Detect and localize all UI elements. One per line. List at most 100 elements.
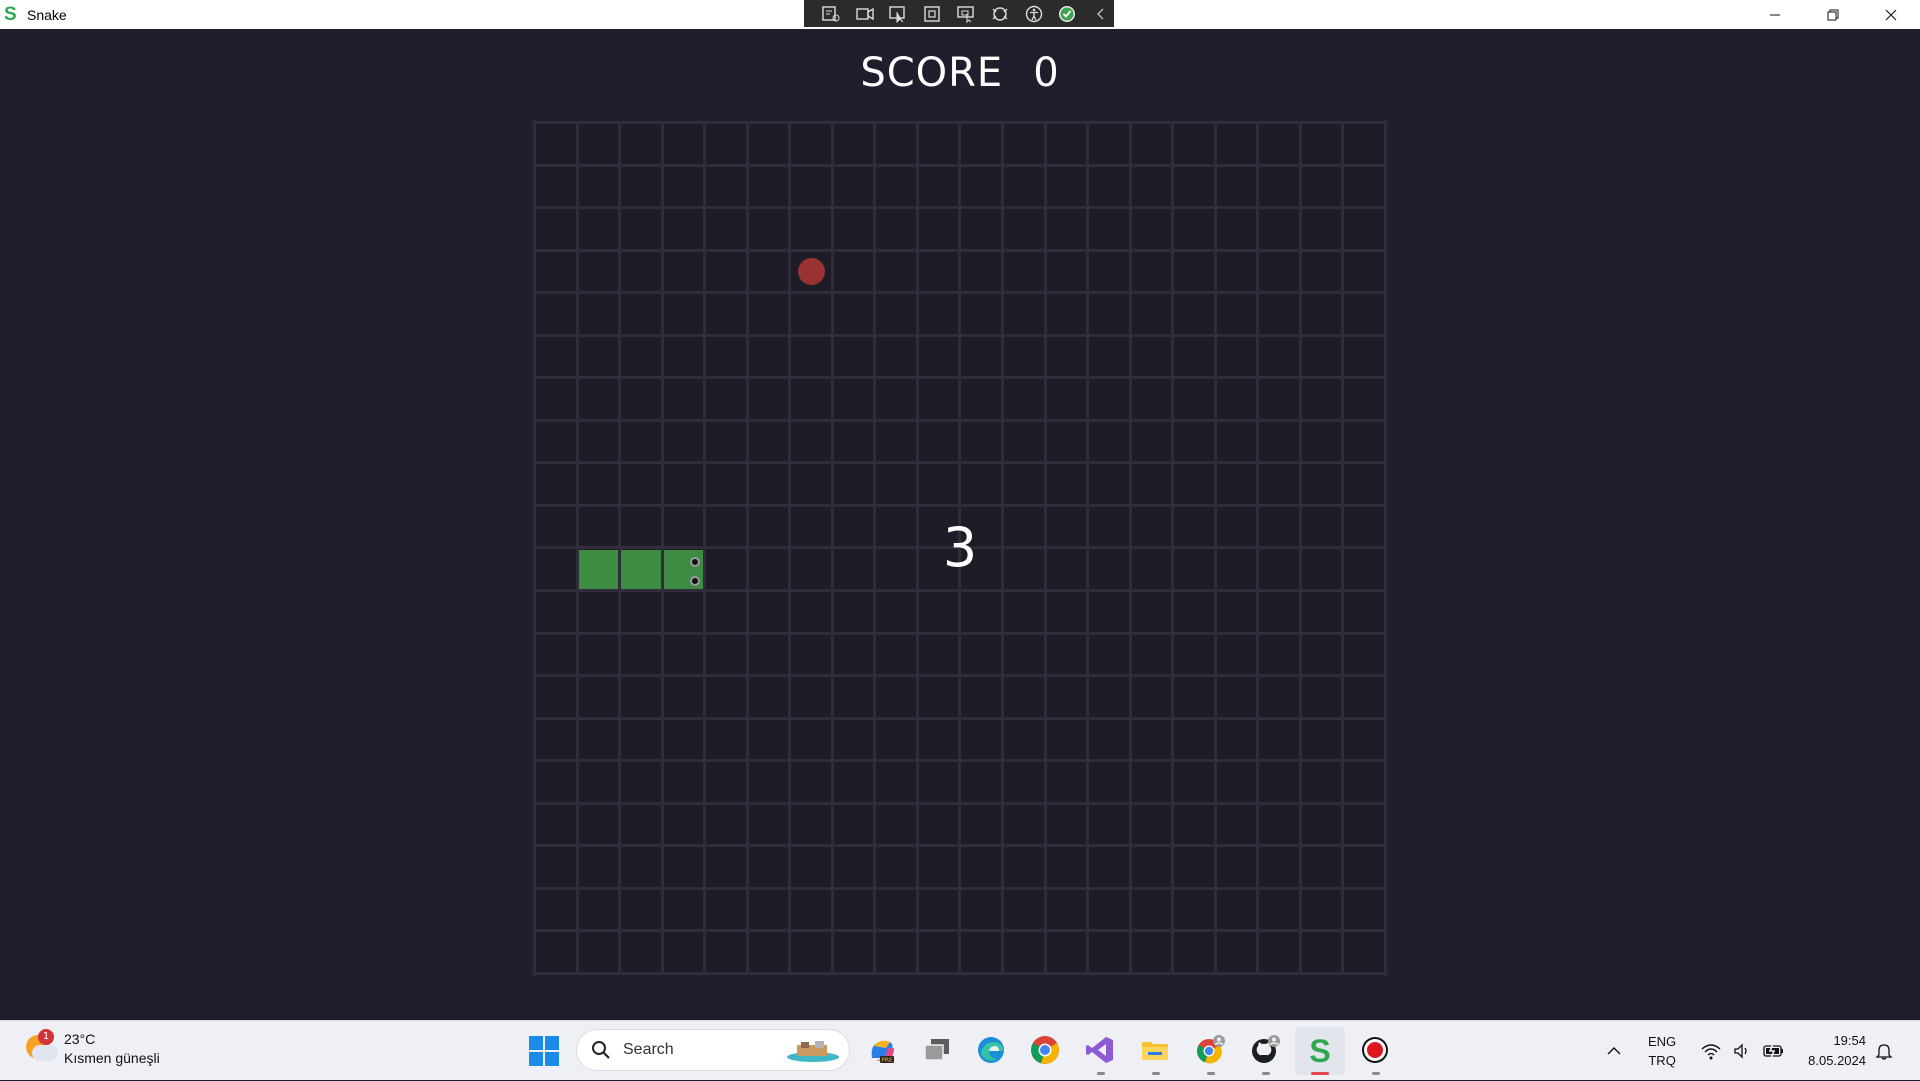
board-cell [1131, 294, 1172, 334]
board-cell [621, 719, 661, 760]
board-cell [1089, 166, 1129, 207]
board-cell [918, 421, 959, 462]
edge-icon[interactable] [974, 1033, 1008, 1067]
start-button[interactable] [529, 1036, 559, 1066]
select-element-icon[interactable] [886, 3, 912, 24]
board-cell [961, 421, 1002, 462]
board-cell [1216, 421, 1257, 462]
board-cell [876, 421, 916, 462]
board-cell [1046, 677, 1087, 717]
board-cell [1216, 762, 1257, 802]
file-explorer-icon[interactable] [1138, 1033, 1172, 1067]
board-cell [536, 336, 576, 377]
system-tray-icons[interactable] [1700, 1021, 1786, 1081]
board-cell [1131, 762, 1172, 802]
board-cell [706, 166, 746, 207]
board-cell [833, 294, 874, 334]
board-cell [536, 932, 576, 972]
score-value: 0 [1033, 50, 1060, 96]
language-code: ENG [1648, 1034, 1677, 1049]
record-icon[interactable] [852, 3, 878, 24]
board-cell [578, 762, 619, 802]
board-cell [791, 719, 831, 760]
board-cell [1216, 336, 1257, 377]
display-layout-adorners-icon[interactable] [919, 3, 945, 24]
board-cell [1259, 762, 1299, 802]
board-cell [1004, 549, 1044, 590]
board-cell [833, 209, 874, 249]
board-cell [1216, 379, 1257, 419]
accessibility-icon[interactable] [1021, 3, 1047, 24]
board-cell [876, 294, 916, 334]
github-icon[interactable] [1248, 1033, 1282, 1067]
board-cell [748, 464, 789, 504]
board-cell [833, 847, 874, 887]
hot-reload-icon[interactable] [987, 3, 1013, 24]
board-cell [833, 166, 874, 207]
binding-check-icon[interactable] [1054, 3, 1080, 24]
board-cell [833, 634, 874, 675]
board-cell [1344, 592, 1384, 632]
live-visual-tree-icon[interactable] [818, 3, 844, 24]
board-cell [1216, 294, 1257, 334]
track-focus-icon[interactable] [953, 3, 979, 24]
input-language-indicator[interactable]: ENG TRQ [1648, 1021, 1676, 1081]
notifications-button[interactable] [1874, 1021, 1894, 1081]
board-cell [1046, 294, 1087, 334]
svg-text:S: S [1309, 1034, 1330, 1066]
board-cell [706, 464, 746, 504]
board-cell [536, 379, 576, 419]
board-cell [1046, 464, 1087, 504]
minimize-button[interactable] [1746, 0, 1804, 29]
board-cell [791, 506, 831, 547]
board-cell [748, 847, 789, 887]
board-cell [1301, 592, 1342, 632]
board-cell [1216, 719, 1257, 760]
board-cell [1174, 421, 1214, 462]
board-cell [1344, 804, 1384, 845]
board-cell [663, 889, 704, 930]
restore-button[interactable] [1804, 0, 1862, 29]
board-cell [791, 889, 831, 930]
board-cell [1259, 889, 1299, 930]
board-cell [1174, 719, 1214, 760]
taskbar-clock[interactable]: 19:54 8.05.2024 [1808, 1031, 1866, 1071]
board-cell [918, 464, 959, 504]
close-icon [1885, 9, 1897, 20]
board-cell [1131, 209, 1172, 249]
board-cell [1004, 251, 1044, 292]
chrome-icon[interactable] [1028, 1033, 1062, 1067]
board-cell [536, 251, 576, 292]
task-view-icon[interactable] [920, 1033, 954, 1067]
weather-widget[interactable]: 1 23°C Kısmen güneşli [22, 1029, 160, 1068]
board-cell [1301, 294, 1342, 334]
collapse-chevron-icon[interactable] [1088, 3, 1114, 24]
board-cell [621, 677, 661, 717]
close-button[interactable] [1862, 0, 1920, 29]
board-cell [876, 124, 916, 164]
board-cell [748, 166, 789, 207]
screen-recorder-icon[interactable] [1358, 1033, 1392, 1067]
board-cell [876, 677, 916, 717]
board-cell [578, 847, 619, 887]
board-cell [833, 592, 874, 632]
board-cell [1046, 506, 1087, 547]
board-cell [663, 762, 704, 802]
visual-studio-icon[interactable] [1083, 1033, 1117, 1067]
board-cell [876, 804, 916, 845]
copilot-icon[interactable]: PRE [865, 1033, 899, 1067]
board-cell [1004, 634, 1044, 675]
board-cell [961, 762, 1002, 802]
chrome-profile-icon[interactable] [1193, 1033, 1227, 1067]
snake-taskbar-icon[interactable]: S [1303, 1033, 1337, 1067]
board-cell [1089, 464, 1129, 504]
board-cell [748, 336, 789, 377]
board-cell [1004, 124, 1044, 164]
board-cell [1301, 932, 1342, 972]
weather-condition: Kısmen güneşli [64, 1050, 160, 1066]
board-cell [918, 209, 959, 249]
board-cell [1004, 889, 1044, 930]
taskbar-search[interactable]: Search [576, 1029, 850, 1071]
show-hidden-icons-button[interactable] [1604, 1021, 1624, 1081]
board-cell [1174, 506, 1214, 547]
